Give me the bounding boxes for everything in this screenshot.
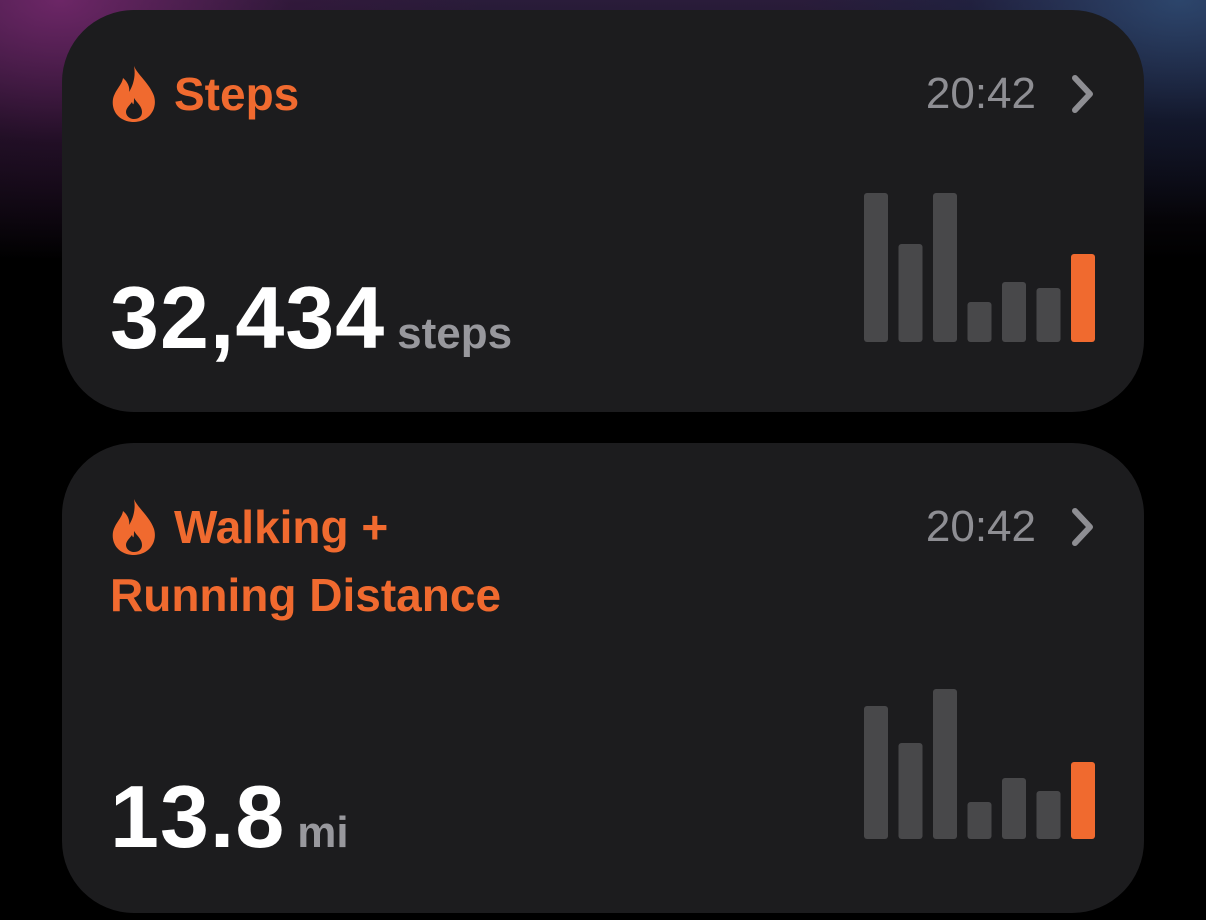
chevron-right-icon[interactable]	[1070, 507, 1096, 547]
chart-bar	[1002, 282, 1026, 342]
title-text: Steps	[174, 68, 300, 120]
metric-value-row: 32,434 steps	[110, 268, 512, 368]
title-text: Walking +	[174, 501, 389, 553]
card-title: Walking + Running Distance	[110, 493, 501, 629]
flame-icon	[112, 499, 155, 555]
card-title-row: Walking + Running Distance	[110, 497, 501, 629]
metric-value-row: 13.8 mi	[110, 767, 349, 867]
chart-bar	[933, 193, 957, 342]
steps-card[interactable]: Steps 20:42 32,434 steps	[62, 10, 1144, 412]
chart-bar	[864, 706, 888, 839]
chart-bar	[933, 689, 957, 839]
card-title-row: Steps	[110, 64, 299, 128]
flame-icon	[112, 66, 155, 122]
card-title: Steps	[174, 60, 299, 128]
chart-bar-current	[1071, 254, 1095, 342]
chart-bar	[1036, 288, 1061, 342]
chart-bar	[1002, 778, 1026, 839]
metric-unit: steps	[397, 309, 513, 358]
chart-bar	[967, 802, 992, 839]
title-text-line2: Running Distance	[110, 569, 502, 621]
metric-value: 32,434	[110, 268, 386, 367]
chart-bar	[898, 244, 923, 342]
chevron-right-icon[interactable]	[1070, 74, 1096, 114]
walking-running-distance-card[interactable]: Walking + Running Distance 20:42 13.8 mi	[62, 443, 1144, 913]
timestamp: 20:42	[925, 502, 1036, 551]
metric-value: 13.8	[110, 767, 286, 866]
chart-bar	[864, 193, 888, 342]
chart-bar	[1036, 791, 1061, 839]
metric-unit: mi	[297, 808, 349, 857]
chart-bar	[967, 302, 992, 342]
mini-bar-chart	[864, 689, 1095, 839]
mini-bar-chart	[864, 193, 1095, 342]
chart-bar-current	[1071, 762, 1095, 839]
chart-bar	[898, 743, 923, 839]
timestamp: 20:42	[925, 69, 1036, 118]
